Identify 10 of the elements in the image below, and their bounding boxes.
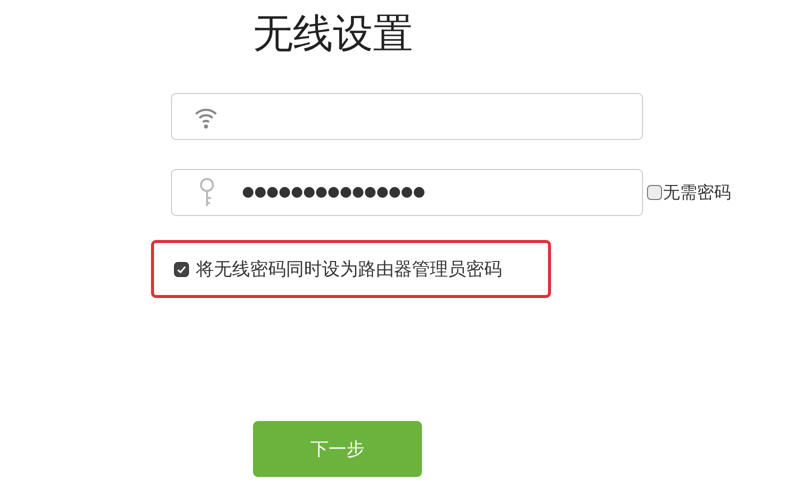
no-password-label: 无需密码 bbox=[663, 182, 731, 204]
page-title: 无线设置 bbox=[253, 10, 413, 58]
ssid-field[interactable] bbox=[171, 93, 643, 140]
key-icon bbox=[198, 178, 216, 208]
password-field[interactable]: ●●●●●●●●●●●●●●● bbox=[171, 169, 643, 216]
checkbox[interactable] bbox=[647, 185, 662, 200]
admin-password-label: 将无线密码同时设为路由器管理员密码 bbox=[196, 258, 502, 280]
password-value: ●●●●●●●●●●●●●●● bbox=[242, 183, 426, 202]
checkmark-icon bbox=[176, 264, 187, 274]
checkbox[interactable] bbox=[174, 262, 189, 276]
